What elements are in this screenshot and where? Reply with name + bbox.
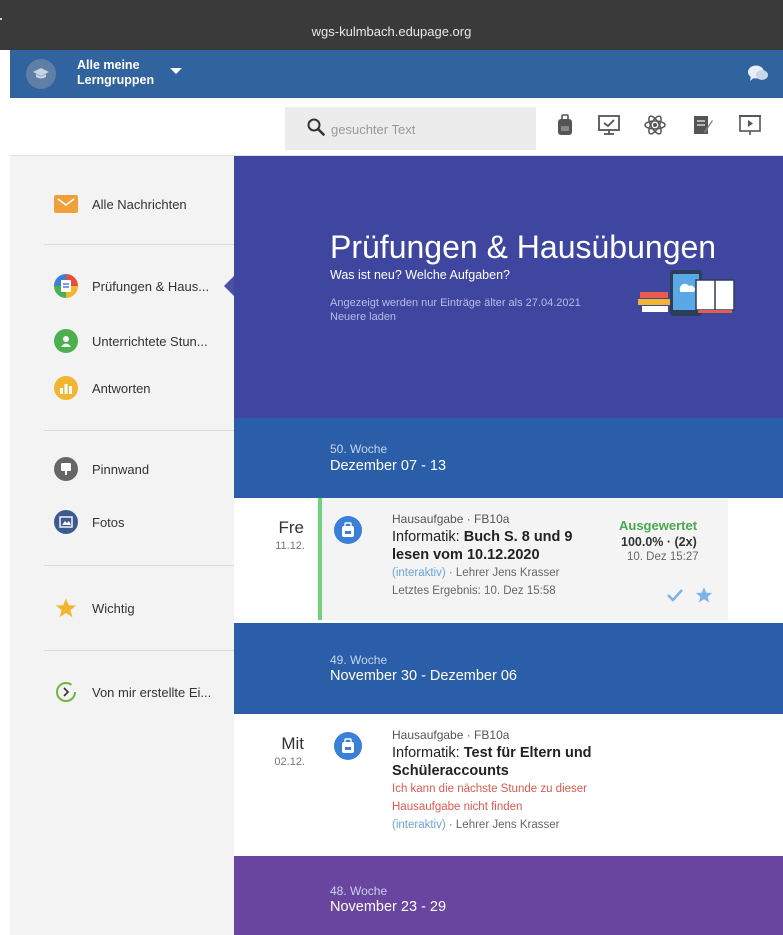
teacher-name: · Lehrer Jens Krasser: [445, 819, 560, 831]
group-selector[interactable]: Alle meine Lerngruppen: [77, 58, 154, 88]
week-range: November 23 - 29: [330, 899, 447, 915]
entry-meta: (interaktiv) · Lehrer Jens Krasser: [392, 564, 572, 582]
homework-entry[interactable]: Fre 11.12. Hausaufgabe · FB10a Informati…: [234, 498, 783, 623]
star-icon[interactable]: [695, 586, 713, 609]
entry-day: Fre: [278, 518, 305, 537]
chart-icon: [54, 376, 78, 400]
hero-banner: Prüfungen & Hausübungen Was ist neu? Wel…: [234, 156, 783, 418]
toolbar: [10, 98, 783, 156]
entry-title-line2: lesen vom 10.12.2020: [392, 547, 540, 563]
sidebar-item-label: Von mir erstellte Ei...: [92, 684, 212, 700]
status-time: 10. Dez 15:27: [627, 551, 699, 563]
search-input[interactable]: [331, 119, 521, 139]
teacher-name: · Lehrer Jens Krasser: [445, 567, 560, 579]
main-content: Prüfungen & Hausübungen Was ist neu? Wel…: [234, 156, 783, 935]
status-badge: Ausgewertet: [619, 518, 698, 533]
week-range: November 30 - Dezember 06: [330, 668, 517, 684]
entry-title-line1: Test für Eltern und: [463, 745, 592, 761]
sidebar-item-important[interactable]: Wichtig: [10, 588, 234, 628]
sidebar-item-answers[interactable]: Antworten: [10, 368, 234, 408]
notes-icon[interactable]: [690, 111, 716, 139]
search-box[interactable]: [285, 107, 536, 150]
warning-line2: Hausaufgabe nicht finden: [392, 801, 523, 813]
atom-icon[interactable]: [642, 111, 668, 139]
date-filter-text: Angezeigt werden nur Einträge älter als …: [330, 297, 581, 309]
entry-date: 02.12.: [274, 756, 305, 768]
sidebar-item-created-by-me[interactable]: Von mir erstellte Ei...: [10, 672, 234, 712]
sidebar-item-label: Wichtig: [92, 600, 135, 616]
entry-title-line2: Schüleraccounts: [392, 763, 509, 779]
sidebar: Alle Nachrichten Prüfungen & Haus... Unt…: [10, 156, 234, 935]
homework-bag-icon: [334, 516, 362, 544]
interactive-tag[interactable]: (interaktiv): [392, 819, 446, 831]
sidebar-item-label: Antworten: [92, 380, 151, 396]
page-title: Prüfungen & Hausübungen: [330, 229, 717, 265]
entry-day: Mit: [281, 734, 304, 753]
entry-date: 11.12.: [275, 540, 305, 552]
pinboard-icon: [54, 457, 78, 481]
search-icon[interactable]: [307, 118, 325, 141]
teacher-board-icon[interactable]: [596, 111, 622, 139]
browser-bar: wgs-kulmbach.edupage.org: [0, 0, 783, 50]
books-tablet-illustration-icon: [634, 266, 738, 327]
entry-subject-prefix: Informatik:: [392, 529, 464, 545]
window-dot: [0, 18, 2, 20]
week-number: 49. Woche: [330, 653, 388, 667]
entry-subject[interactable]: Informatik: Test für Eltern und Schülera…: [392, 744, 592, 834]
app-header: Alle meine Lerngruppen: [10, 50, 783, 98]
date-filter-note: Angezeigt werden nur Einträge älter als …: [330, 296, 581, 324]
sidebar-divider: [44, 244, 234, 245]
score-value: 100.0% · (2x): [621, 535, 697, 549]
chat-bubbles-icon[interactable]: [747, 64, 769, 84]
entry-type: Hausaufgabe · FB10a: [392, 512, 510, 526]
school-logo-icon[interactable]: [26, 59, 56, 89]
week-header: 49. Woche November 30 - Dezember 06: [234, 623, 783, 714]
sidebar-item-label: Unterrichtete Stun...: [92, 333, 208, 349]
interactive-tag[interactable]: (interaktiv): [392, 567, 446, 579]
lessons-icon: [54, 329, 78, 353]
homework-bag-icon[interactable]: [552, 111, 578, 139]
week-number: 48. Woche: [330, 884, 388, 898]
chevron-down-icon[interactable]: [170, 68, 182, 74]
sidebar-item-label: Fotos: [92, 514, 125, 530]
photos-icon: [54, 510, 78, 534]
entry-status-bar: [318, 498, 322, 620]
envelope-icon: [54, 195, 78, 213]
entry-meta: (interaktiv) · Lehrer Jens Krasser: [392, 816, 592, 834]
sidebar-divider: [44, 650, 234, 651]
sidebar-item-all-messages[interactable]: Alle Nachrichten: [10, 184, 234, 224]
sidebar-item-pinboard[interactable]: Pinnwand: [10, 449, 234, 489]
sidebar-item-photos[interactable]: Fotos: [10, 502, 234, 542]
sidebar-item-label: Prüfungen & Haus...: [92, 278, 210, 294]
group-selector-line2: Lerngruppen: [77, 73, 155, 87]
sidebar-divider: [44, 565, 234, 566]
homework-bag-icon: [334, 732, 362, 760]
entry-subject[interactable]: Informatik: Buch S. 8 und 9 lesen vom 10…: [392, 528, 572, 600]
sidebar-item-label: Pinnwand: [92, 461, 150, 477]
star-icon: [54, 596, 78, 620]
page-subtitle: Was ist neu? Welche Aufgaben?: [330, 268, 510, 282]
load-newer-link[interactable]: Neuere laden: [330, 310, 581, 324]
week-number: 50. Woche: [330, 442, 388, 456]
sidebar-divider: [44, 430, 234, 431]
week-range: Dezember 07 - 13: [330, 458, 447, 474]
week-header: 48. Woche November 23 - 29: [234, 856, 783, 935]
sidebar-item-lessons[interactable]: Unterrichtete Stun...: [10, 321, 234, 361]
browser-url[interactable]: wgs-kulmbach.edupage.org: [0, 24, 783, 39]
homework-entry[interactable]: Mit 02.12. Hausaufgabe · FB10a Informati…: [234, 714, 783, 856]
checkmark-icon[interactable]: [667, 588, 683, 607]
group-selector-line1: Alle meine: [77, 58, 140, 72]
sidebar-item-label: Alle Nachrichten: [92, 196, 187, 212]
entry-type: Hausaufgabe · FB10a: [392, 728, 510, 742]
sidebar-item-exams[interactable]: Prüfungen & Haus...: [10, 266, 234, 306]
entry-subject-prefix: Informatik:: [392, 745, 464, 761]
timer-icon: [54, 680, 78, 704]
entry-title-line1: Buch S. 8 und 9: [463, 529, 573, 545]
exam-icon: [54, 274, 78, 298]
last-result: Letztes Ergebnis: 10. Dez 15:58: [392, 585, 556, 597]
presentation-icon[interactable]: [737, 111, 763, 139]
warning-line1: Ich kann die nächste Stunde zu dieser: [392, 783, 587, 795]
week-header: 50. Woche Dezember 07 - 13: [234, 418, 783, 498]
